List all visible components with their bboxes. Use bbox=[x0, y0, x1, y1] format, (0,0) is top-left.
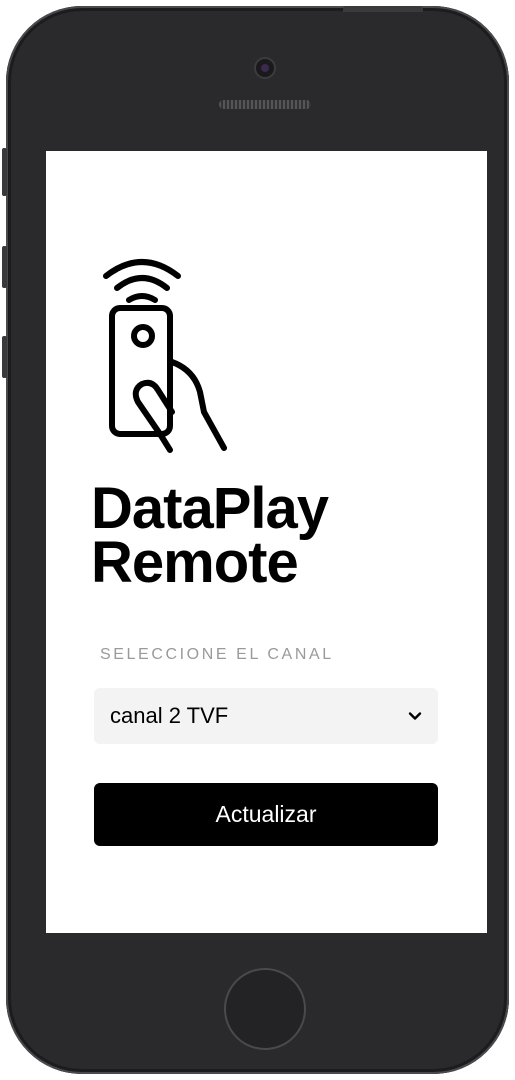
channel-select[interactable]: canal 2 TVF bbox=[94, 688, 438, 744]
power-button bbox=[343, 6, 423, 12]
app-screen: DataPlay Remote SELECCIONE EL CANAL cana… bbox=[46, 151, 487, 933]
volume-down-button bbox=[2, 336, 7, 378]
channel-select-value: canal 2 TVF bbox=[110, 703, 229, 728]
update-button[interactable]: Actualizar bbox=[94, 783, 438, 846]
app-title-line1: DataPlay bbox=[91, 476, 329, 541]
app-title: DataPlay Remote bbox=[91, 476, 329, 595]
home-button[interactable] bbox=[224, 968, 306, 1050]
front-camera bbox=[256, 59, 274, 77]
earpiece-speaker bbox=[219, 100, 311, 109]
mute-switch bbox=[2, 148, 7, 196]
chevron-down-icon bbox=[408, 712, 422, 720]
channel-label: SELECCIONE EL CANAL bbox=[100, 646, 334, 663]
phone-frame: DataPlay Remote SELECCIONE EL CANAL cana… bbox=[2, 6, 509, 1074]
remote-control-hand-wifi-icon bbox=[103, 259, 227, 453]
volume-up-button bbox=[2, 246, 7, 288]
app-title-line2: Remote bbox=[91, 530, 299, 595]
